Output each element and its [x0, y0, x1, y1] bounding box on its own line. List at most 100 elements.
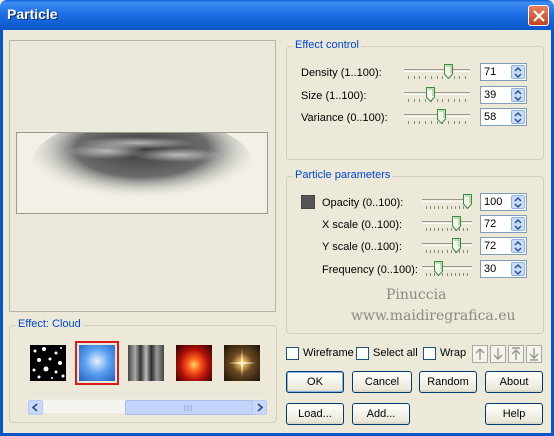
- x-scale-spinbox[interactable]: 72: [480, 215, 527, 233]
- x-scale-slider[interactable]: [422, 216, 472, 232]
- move-up-button[interactable]: [472, 345, 488, 363]
- select-all-checkbox[interactable]: [356, 347, 369, 360]
- slider-tick: [467, 250, 468, 253]
- about-button[interactable]: About: [485, 371, 543, 393]
- size-slider[interactable]: [404, 87, 470, 103]
- slider-tick: [408, 76, 409, 79]
- arrow-up-icon: [475, 348, 485, 360]
- fire-icon: [176, 345, 212, 381]
- effect-thumb-stars[interactable]: [30, 345, 66, 381]
- frequency-label: Frequency (0..100):: [322, 264, 418, 276]
- cancel-button[interactable]: Cancel: [352, 371, 412, 393]
- y-scale-spinbox[interactable]: 72: [480, 237, 527, 255]
- slider-tick: [442, 99, 444, 102]
- slider-thumb[interactable]: [444, 64, 454, 80]
- slider-tick: [434, 206, 436, 209]
- spin-arrows-icon[interactable]: [511, 262, 525, 276]
- scroll-left-button[interactable]: [28, 400, 43, 415]
- slider-tick: [462, 250, 464, 253]
- preview-area: [9, 40, 276, 312]
- help-button[interactable]: Help: [485, 403, 543, 425]
- slider-tick: [430, 228, 432, 231]
- effect-thumb-smoke[interactable]: [128, 345, 164, 381]
- random-button[interactable]: Random: [419, 371, 477, 393]
- slider-tick: [430, 76, 432, 79]
- add-button[interactable]: Add...: [352, 403, 410, 425]
- slider-tick: [453, 121, 455, 124]
- effect-scrollbar[interactable]: [27, 399, 268, 415]
- wrap-checkbox[interactable]: [423, 347, 436, 360]
- slider-tick: [426, 273, 427, 276]
- smoke-icon: [128, 345, 164, 381]
- slider-tick: [446, 273, 448, 276]
- variance-spinbox[interactable]: 58: [480, 108, 527, 126]
- move-top-button[interactable]: [508, 345, 524, 363]
- x-scale-value: 72: [484, 218, 497, 230]
- arrow-bottom-icon: [529, 348, 539, 361]
- variance-slider[interactable]: [404, 109, 470, 125]
- density-slider[interactable]: [404, 64, 470, 80]
- effect-thumb-sparkle[interactable]: [224, 345, 260, 381]
- spin-arrows-icon[interactable]: [511, 239, 525, 253]
- close-button[interactable]: [528, 5, 549, 26]
- slider-thumb[interactable]: [451, 216, 461, 232]
- slider-track: [422, 243, 472, 246]
- spin-arrows-icon[interactable]: [511, 110, 525, 124]
- opacity-slider[interactable]: [422, 194, 472, 210]
- y-scale-slider[interactable]: [422, 238, 472, 254]
- title-bar: Particle: [0, 0, 554, 30]
- slider-tick: [450, 206, 452, 209]
- slider-track: [404, 92, 470, 95]
- particle-color-swatch[interactable]: [301, 195, 315, 209]
- scroll-right-button[interactable]: [252, 400, 267, 415]
- move-bottom-button[interactable]: [526, 345, 542, 363]
- slider-tick: [453, 76, 455, 79]
- slider-tick: [450, 273, 452, 276]
- spin-arrows-icon[interactable]: [511, 217, 525, 231]
- density-spinbox[interactable]: 71: [480, 63, 527, 81]
- wireframe-checkbox[interactable]: [286, 347, 299, 360]
- slider-tick: [467, 228, 468, 231]
- slider-thumb[interactable]: [426, 87, 436, 103]
- slider-tick: [438, 250, 440, 253]
- cloud-preview-image: [32, 133, 252, 209]
- size-spinbox[interactable]: 39: [480, 86, 527, 104]
- x-scale-label: X scale (0..100):: [322, 219, 403, 231]
- spin-arrows-icon[interactable]: [511, 65, 525, 79]
- move-down-button[interactable]: [490, 345, 506, 363]
- slider-tick: [465, 76, 466, 79]
- scroll-thumb[interactable]: [125, 400, 253, 415]
- slider-tick: [465, 99, 466, 102]
- effect-thumb-fire[interactable]: [176, 345, 212, 381]
- wireframe-label: Wireframe: [303, 347, 354, 359]
- slider-thumb[interactable]: [437, 109, 447, 125]
- slider-ticks: [422, 273, 472, 276]
- ok-button[interactable]: OK: [286, 371, 344, 393]
- frequency-slider[interactable]: [422, 261, 472, 277]
- frequency-spinbox[interactable]: 30: [480, 260, 527, 278]
- slider-thumb[interactable]: [463, 194, 472, 210]
- spin-arrows-icon[interactable]: [511, 195, 525, 209]
- slider-track: [404, 69, 470, 72]
- slider-tick: [438, 228, 440, 231]
- effect-thumb-cloud-selected[interactable]: [75, 341, 119, 385]
- watermark-name: Pinuccia: [386, 287, 447, 303]
- slider-tick: [447, 99, 449, 102]
- opacity-spinbox[interactable]: 100: [480, 193, 527, 211]
- size-value: 39: [484, 89, 497, 101]
- cloud-icon: [79, 345, 115, 381]
- slider-thumb[interactable]: [434, 261, 444, 277]
- load-button[interactable]: Load...: [286, 403, 344, 425]
- slider-tick: [426, 250, 427, 253]
- spin-arrows-icon[interactable]: [511, 88, 525, 102]
- slider-tick: [459, 99, 461, 102]
- slider-tick: [413, 99, 415, 102]
- slider-tick: [426, 228, 427, 231]
- slider-tick: [413, 76, 415, 79]
- effect-panel-legend: Effect: Cloud: [16, 318, 83, 330]
- chevron-right-icon: [257, 403, 264, 412]
- watermark-url: www.maidiregrafica.eu: [351, 308, 516, 324]
- density-label: Density (1..100):: [301, 67, 382, 79]
- slider-tick: [419, 121, 421, 124]
- slider-thumb[interactable]: [451, 238, 461, 254]
